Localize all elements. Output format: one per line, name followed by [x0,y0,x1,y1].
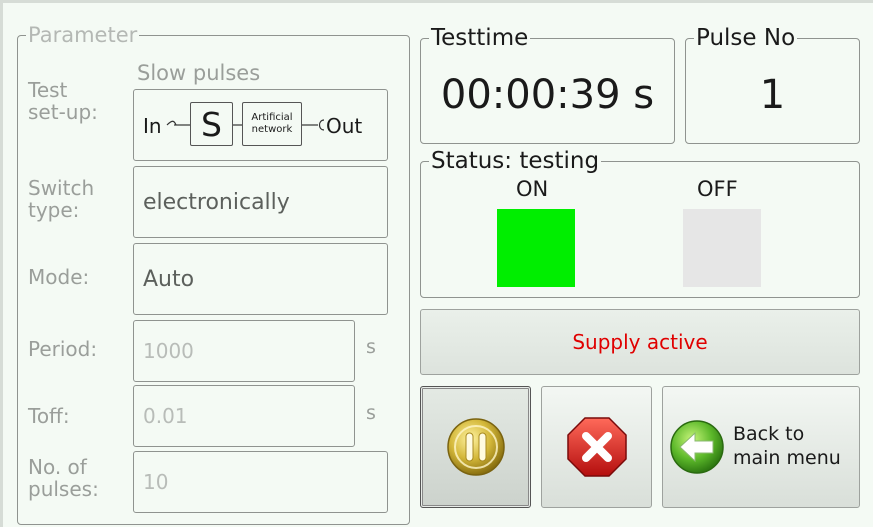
mode-field[interactable]: Auto [133,243,388,315]
on-indicator [497,209,575,287]
back-button-label: Back to main menu [733,423,841,469]
testtime-value: 00:00:39 s [440,71,655,118]
status-group: Status: testing [420,150,860,298]
stop-button[interactable] [541,386,652,508]
toff-label: Toff: [28,404,70,428]
back-arrow-icon [670,420,724,474]
pulses-input[interactable]: 10 [133,451,388,513]
left-border [0,0,3,527]
off-indicator [683,209,761,287]
pulses-label: No. of pulses: [28,455,99,501]
pulse-no-value: 1 [759,71,786,118]
switch-type-label: Switch type: [28,176,95,222]
period-label: Period: [28,337,98,361]
mode-label: Mode: [28,265,90,289]
supply-status-text: Supply active [572,330,708,354]
setup-name: Slow pulses [137,61,261,85]
on-label: ON [516,177,549,201]
off-label: OFF [697,177,738,201]
supply-status-bar: Supply active [420,309,860,375]
parameter-title: Parameter [28,23,138,47]
diagram-network-box: Artificial network [242,102,302,146]
diagram-switch-box: S [190,102,233,146]
period-unit: s [366,336,376,358]
stop-icon [566,417,627,477]
test-setup-label: Test set-up: [28,78,98,124]
period-input[interactable]: 1000 [133,320,355,382]
toff-input[interactable]: 0.01 [133,385,355,447]
pause-icon [446,418,505,476]
test-setup-diagram: In S Artificial network Out [133,89,388,161]
switch-type-field[interactable]: electronically [133,166,388,238]
diagram-out-label: Out [326,114,363,138]
back-to-main-menu-button[interactable]: Back to main menu [662,386,860,508]
pause-button[interactable] [420,386,531,508]
toff-unit: s [366,402,376,424]
top-border [0,0,873,3]
status-title: Status: testing [431,148,600,174]
